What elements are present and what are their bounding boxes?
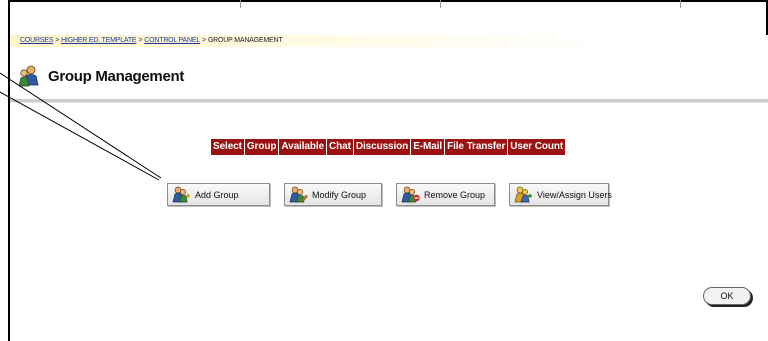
modify-group-label: Modify Group <box>312 189 367 200</box>
ok-button[interactable]: OK <box>703 287 751 305</box>
breadcrumb-link-control-panel[interactable]: CONTROL PANEL <box>144 37 200 44</box>
remove-group-button[interactable]: Remove Group <box>396 183 495 206</box>
view-assign-users-label: View/Assign Users <box>537 189 612 200</box>
add-group-label: Add Group <box>195 189 239 200</box>
modify-group-button[interactable]: Modify Group <box>284 183 382 206</box>
column-header-group: Group <box>244 139 279 155</box>
add-group-icon <box>172 186 190 203</box>
breadcrumb-current: GROUP MANAGEMENT <box>207 37 283 44</box>
breadcrumb-link-template[interactable]: HIGHER ED. TEMPLATE <box>61 37 136 44</box>
breadcrumb-separator: > <box>55 37 60 44</box>
frame-tick <box>240 0 241 8</box>
window-frame-left <box>8 0 10 341</box>
column-header-available: Available <box>279 139 327 155</box>
view-assign-users-button[interactable]: View/Assign Users <box>509 183 612 206</box>
frame-tick <box>440 0 441 8</box>
column-header-select: Select <box>211 139 244 155</box>
column-header-file-transfer: File Transfer <box>445 139 508 155</box>
breadcrumb-separator: > <box>138 37 143 44</box>
breadcrumb: COURSES > HIGHER ED. TEMPLATE > CONTROL PANE… <box>10 35 768 47</box>
column-header-user-count: User Count <box>508 139 566 155</box>
frame-tick <box>680 0 681 8</box>
group-people-icon <box>18 65 39 87</box>
window-frame-top <box>8 0 768 2</box>
column-header-email: E-Mail <box>411 139 445 155</box>
breadcrumb-link-courses[interactable]: COURSES <box>20 37 53 44</box>
add-group-button[interactable]: Add Group <box>167 183 270 206</box>
header-divider <box>10 99 768 103</box>
column-header-discussion: Discussion <box>353 139 411 155</box>
breadcrumb-separator: > <box>202 37 206 44</box>
modify-group-icon <box>289 186 308 203</box>
callout-pointer <box>0 72 162 181</box>
page-title: Group Management <box>48 67 185 85</box>
remove-group-icon <box>401 186 420 203</box>
page-header: Group Management <box>18 64 184 88</box>
view-assign-users-icon <box>514 186 532 203</box>
column-header-chat: Chat <box>327 139 353 155</box>
group-table-header: Select Group Available Chat Discussion E… <box>211 139 566 155</box>
remove-group-label: Remove Group <box>424 189 486 200</box>
